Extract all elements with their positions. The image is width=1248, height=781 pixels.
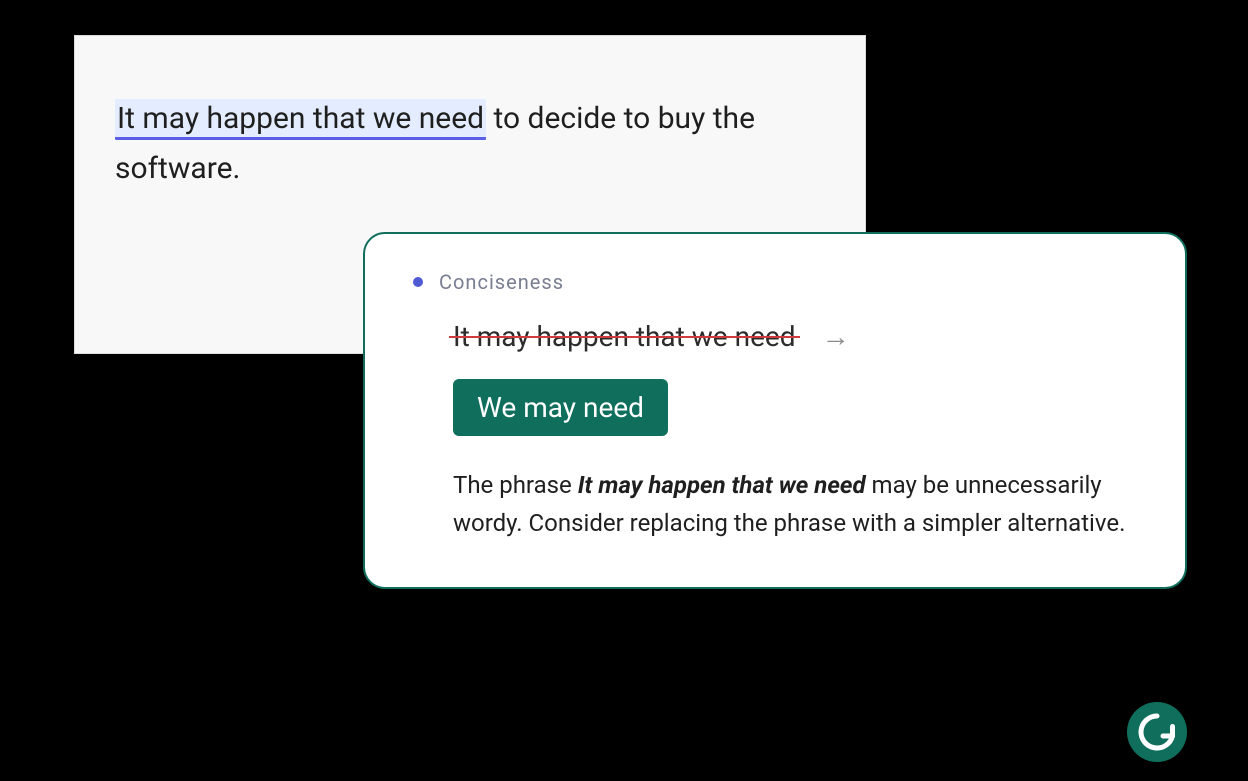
card-header: Conciseness (413, 270, 1137, 294)
grammarly-badge[interactable] (1127, 702, 1187, 762)
replacement-suggestion-button[interactable]: We may need (453, 379, 668, 436)
explanation-prefix: The phrase (453, 471, 578, 499)
arrow-right-icon: → (822, 320, 850, 353)
original-text: It may happen that we need (453, 320, 796, 353)
suggestion-card[interactable]: Conciseness It may happen that we need →… (363, 232, 1187, 589)
explanation-text: The phrase It may happen that we need ma… (453, 466, 1137, 543)
highlighted-phrase[interactable]: It may happen that we need (115, 99, 486, 140)
editor-sentence[interactable]: It may happen that we need to decide to … (115, 94, 809, 193)
grammarly-logo-icon (1137, 712, 1177, 752)
category-dot-icon (413, 277, 423, 287)
explanation-bold-phrase: It may happen that we need (578, 471, 866, 499)
original-row: It may happen that we need → (453, 320, 1137, 353)
category-label: Conciseness (439, 270, 564, 294)
stage: It may happen that we need to decide to … (0, 0, 1248, 781)
